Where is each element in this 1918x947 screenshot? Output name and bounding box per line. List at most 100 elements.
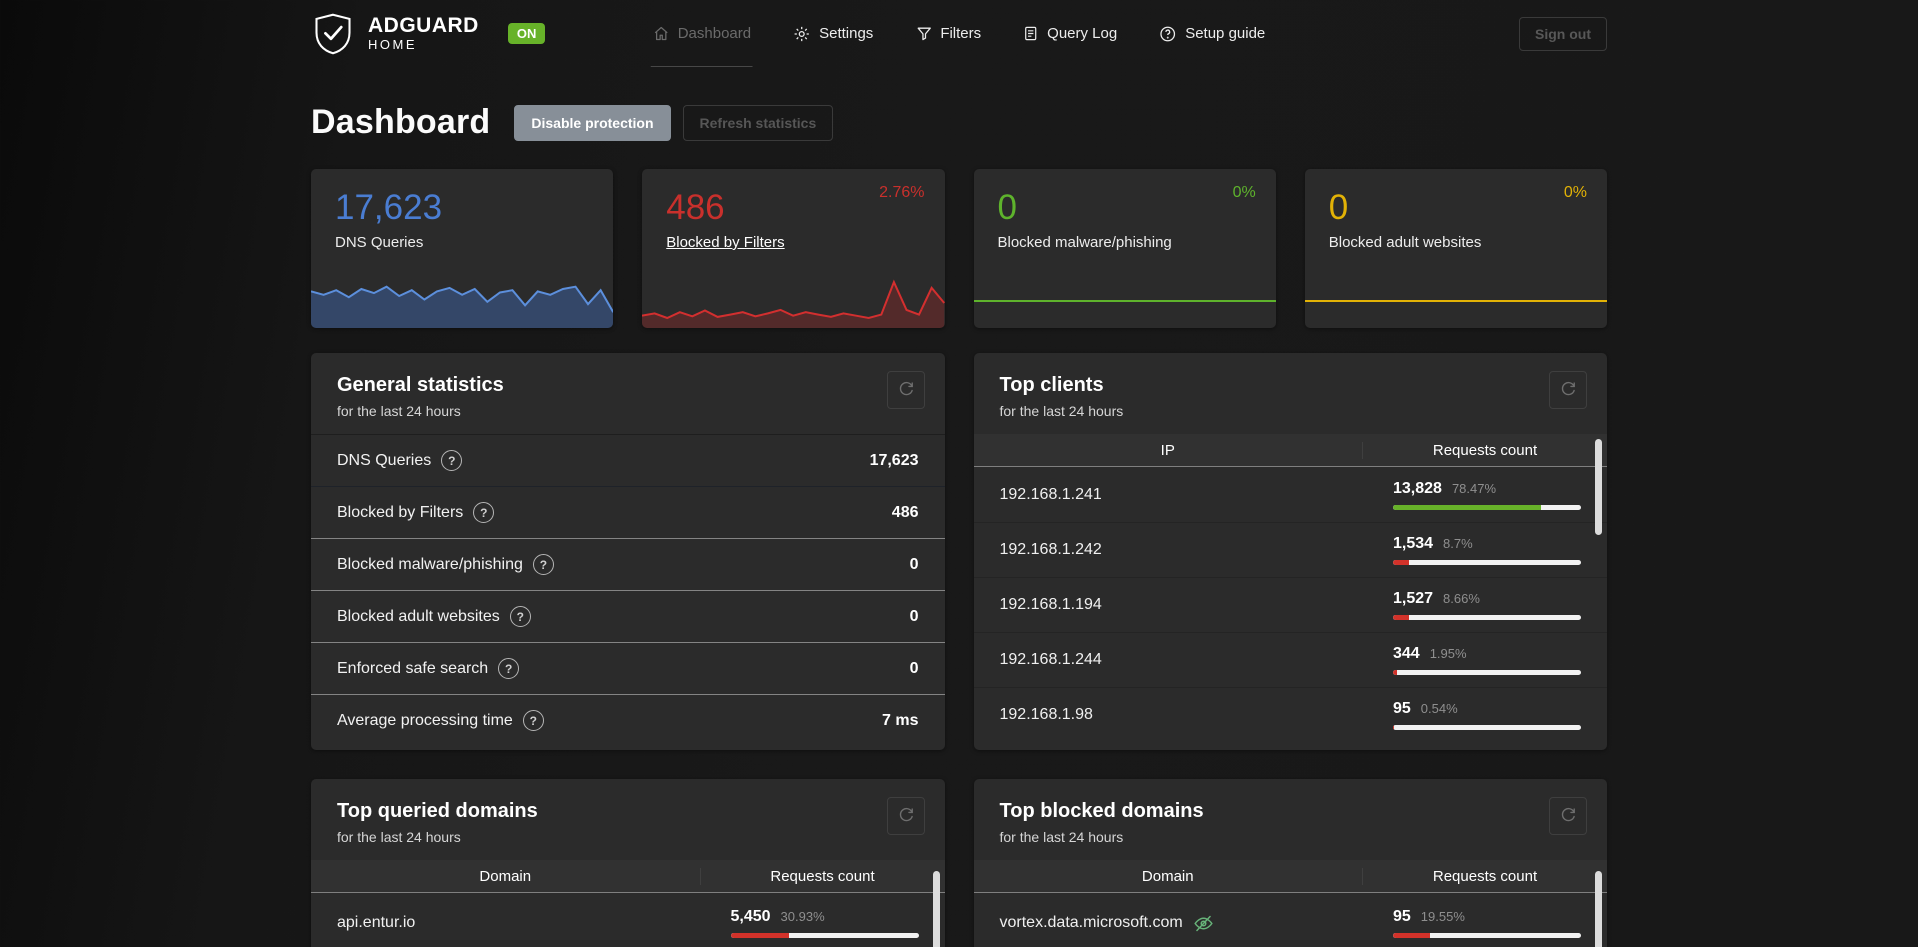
dns-queries-value: 17,623	[335, 188, 443, 227]
dashboard-page: Dashboard Disable protection Refresh sta…	[311, 103, 1607, 947]
blocked-malware-card: 0% 0 Blocked malware/phishing	[973, 169, 1276, 328]
help-icon[interactable]: ?	[509, 606, 531, 627]
top-clients-rows: 192.168.1.241 13,828 78.47% 192.168.1.242 1,…	[973, 467, 1608, 742]
nav-item-settings[interactable]: Settings	[791, 0, 875, 67]
row-count: 344	[1393, 645, 1420, 662]
nav-item-query-log[interactable]: Query Log	[1021, 0, 1119, 67]
stat-row-label: Enforced safe search?	[337, 658, 520, 679]
top-queried-domains-rows: api.entur.io 5,450 30.93%	[311, 893, 945, 947]
eye-off-icon	[1193, 913, 1214, 934]
general-statistics-panel: General statistics for the last 24 hours…	[311, 353, 945, 750]
column-header-requests: Requests count	[699, 867, 945, 885]
top-header: ADGUARD HOME ON Dashboard Settings Filters…	[0, 0, 1918, 67]
sign-out-button[interactable]: Sign out	[1519, 16, 1607, 51]
stat-row-value: 7 ms	[882, 711, 919, 729]
blocked-malware-flatline-chart	[973, 300, 1276, 302]
table-row: 192.168.1.242 1,534 8.7%	[973, 522, 1607, 577]
blocked-filters-card: 2.76% 486 Blocked by Filters	[642, 169, 945, 328]
scrollbar[interactable]	[1595, 439, 1602, 535]
row-percent: 1.95%	[1429, 646, 1467, 661]
column-header-requests: Requests count	[1362, 867, 1607, 885]
progress-bar	[1393, 670, 1581, 675]
row-label: 192.168.1.242	[999, 541, 1102, 558]
refresh-icon	[899, 381, 913, 396]
row-label: 192.168.1.194	[999, 596, 1102, 613]
panel-subtitle: for the last 24 hours	[999, 403, 1124, 419]
scrollbar[interactable]	[932, 871, 940, 947]
refresh-icon	[1561, 381, 1575, 396]
row-percent: 8.7%	[1443, 536, 1473, 551]
panel-title: Top clients	[999, 374, 1104, 396]
stat-row-value: 0	[909, 555, 919, 573]
home-icon	[653, 25, 670, 42]
help-icon[interactable]: ?	[498, 658, 520, 679]
stat-row: Average processing time? 7 ms	[311, 694, 945, 746]
row-count: 95	[1393, 908, 1411, 925]
stat-row-label: DNS Queries?	[337, 450, 463, 471]
help-icon[interactable]: ?	[441, 450, 463, 471]
stat-row: Blocked adult websites? 0	[311, 590, 945, 642]
stat-row: Blocked malware/phishing? 0	[311, 538, 945, 590]
table-row: api.entur.io 5,450 30.93%	[311, 893, 945, 947]
blocked-adult-card: 0% 0 Blocked adult websites	[1304, 169, 1607, 328]
blocked-by-filters-link[interactable]: Blocked by Filters	[666, 234, 784, 251]
scrollbar[interactable]	[1595, 871, 1602, 947]
blocked-malware-label: Blocked malware/phishing	[997, 233, 1172, 251]
progress-bar	[730, 933, 919, 938]
blocked-adult-flatline-chart	[1304, 300, 1607, 302]
blocked-adult-value: 0	[1328, 188, 1349, 227]
row-percent: 30.93%	[780, 909, 825, 924]
help-icon[interactable]: ?	[473, 502, 495, 523]
progress-bar	[1393, 560, 1581, 565]
refresh-button[interactable]	[886, 371, 925, 409]
top-clients-panel: Top clients for the last 24 hours IP Req…	[973, 353, 1608, 750]
table-header: Domain Requests count	[311, 860, 945, 893]
refresh-statistics-button[interactable]: Refresh statistics	[682, 104, 834, 141]
row-count: 1,527	[1393, 590, 1434, 607]
column-header-domain: Domain	[479, 867, 532, 885]
nav-item-filters[interactable]: Filters	[913, 0, 983, 67]
refresh-button[interactable]	[886, 797, 925, 835]
row-percent: 19.55%	[1420, 909, 1465, 924]
stat-row-value: 486	[891, 503, 919, 521]
table-row: vortex.data.microsoft.com 95 19.55%	[974, 893, 1608, 947]
adguard-logo: ADGUARD HOME ON	[311, 10, 546, 58]
protection-status-badge: ON	[507, 23, 546, 44]
help-icon[interactable]: ?	[522, 710, 544, 731]
refresh-button[interactable]	[1549, 371, 1587, 409]
blocked-adult-label: Blocked adult websites	[1328, 233, 1482, 251]
refresh-icon	[899, 807, 913, 822]
blocked-filters-sparkline-chart	[642, 279, 945, 328]
help-icon[interactable]: ?	[532, 554, 554, 575]
dns-queries-sparkline-chart	[311, 285, 614, 328]
dns-queries-label: DNS Queries	[335, 233, 424, 251]
row-label: 192.168.1.98	[999, 706, 1093, 723]
row-count: 5,450	[730, 908, 771, 925]
nav-item-label: Settings	[819, 25, 874, 42]
panel-subtitle: for the last 24 hours	[999, 829, 1124, 845]
shield-logo-icon	[315, 13, 351, 54]
logo-subtitle: HOME	[368, 37, 417, 52]
nav-item-label: Query Log	[1047, 25, 1118, 42]
stat-row-value: 17,623	[869, 451, 919, 469]
panel-title: Top blocked domains	[999, 800, 1204, 822]
blocked-filters-percent: 2.76%	[879, 184, 925, 201]
stat-cards-row: 17,623 DNS Queries 2.76% 486 Blocked by …	[311, 169, 1607, 328]
blocked-malware-percent: 0%	[1232, 184, 1256, 201]
row-label: 192.168.1.244	[999, 651, 1102, 668]
panel-title: Top queried domains	[337, 800, 538, 822]
nav-item-dashboard[interactable]: Dashboard	[651, 0, 753, 67]
main-nav: Dashboard Settings Filters Query Log Setup g…	[651, 0, 1268, 67]
stat-row-value: 0	[909, 607, 919, 625]
refresh-button[interactable]	[1549, 797, 1587, 835]
row-count: 1,534	[1393, 535, 1434, 552]
row-label: vortex.data.microsoft.com	[1000, 913, 1394, 934]
row-label: api.entur.io	[337, 914, 416, 931]
panel-subtitle: for the last 24 hours	[337, 829, 461, 845]
nav-item-setup-guide[interactable]: Setup guide	[1157, 0, 1267, 67]
blocked-adult-percent: 0%	[1563, 184, 1587, 201]
disable-protection-button[interactable]: Disable protection	[514, 104, 671, 141]
table-row: 192.168.1.241 13,828 78.47%	[974, 467, 1608, 522]
column-header-ip: IP	[1160, 441, 1175, 459]
blocked-malware-value: 0	[997, 188, 1017, 227]
